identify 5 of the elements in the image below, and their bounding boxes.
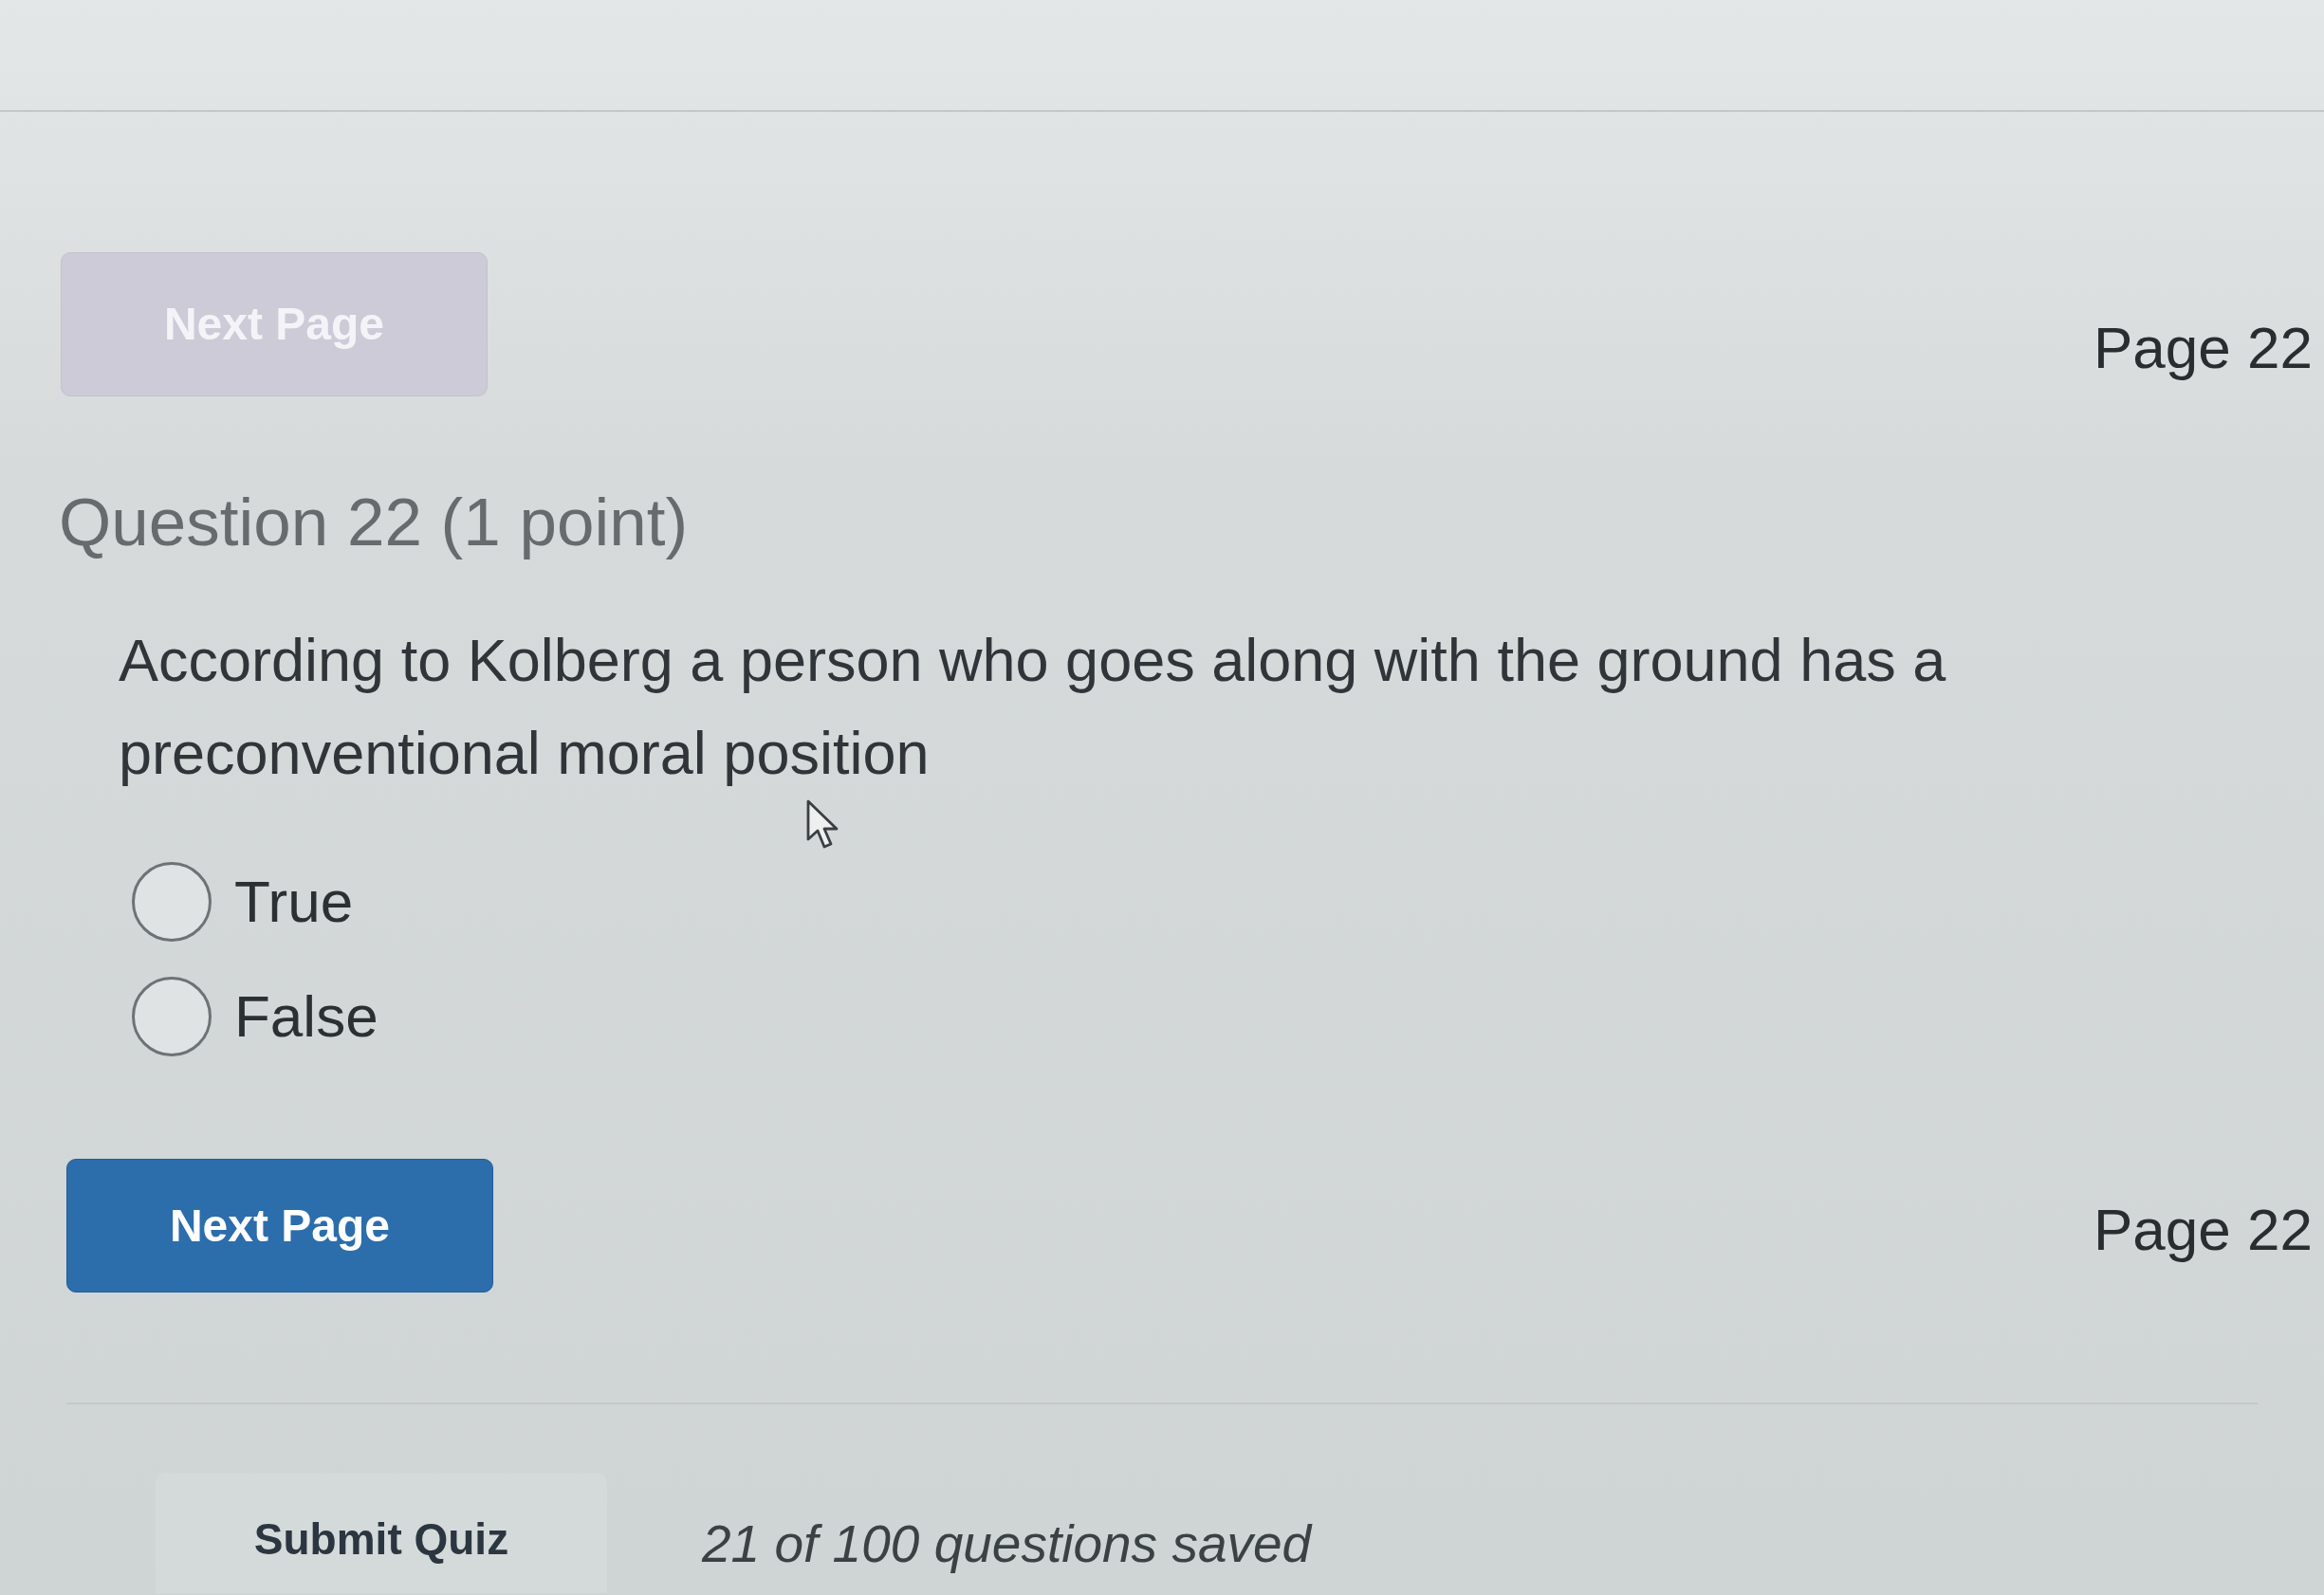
option-label[interactable]: False [234,987,378,1046]
submit-quiz-button[interactable]: Submit Quiz [156,1473,607,1593]
option-label[interactable]: True [234,872,354,931]
question-text: According to Kolberg a person who goes along with the ground has a preconventional moral position [119,626,1947,788]
next-page-button[interactable]: Next Page [66,1159,493,1292]
